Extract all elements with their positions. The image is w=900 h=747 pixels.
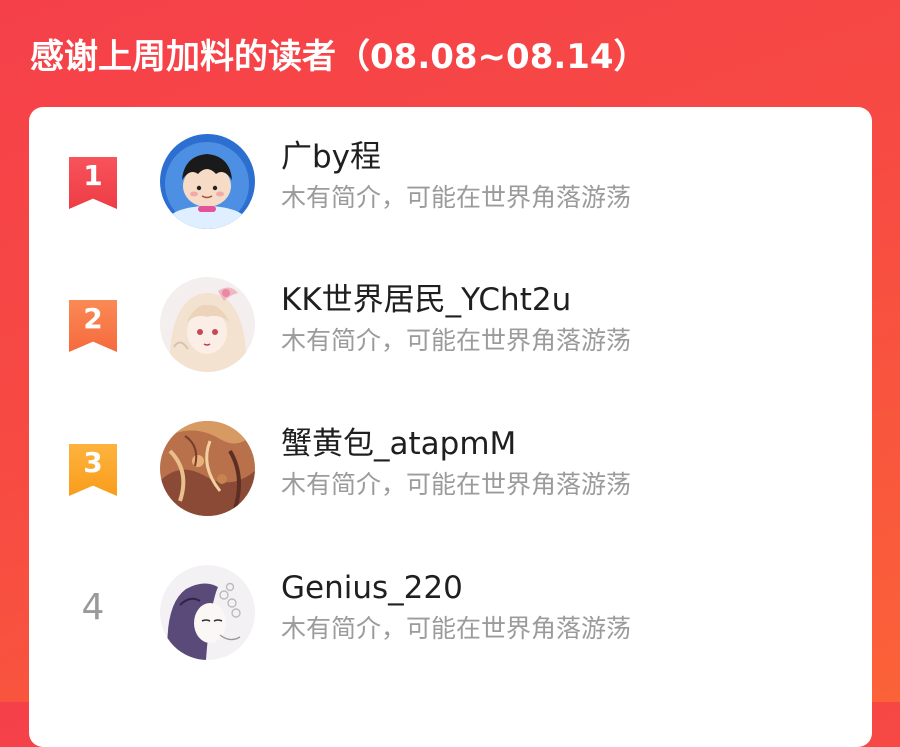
reader-bio: 木有简介，可能在世界角落游荡 — [281, 326, 632, 355]
reader-username[interactable]: 广by程 — [281, 137, 381, 177]
reader-row-1[interactable]: 1 广by程 木有简介，可能在世界角落游荡 — [29, 107, 872, 247]
reader-bio: 木有简介，可能在世界角落游荡 — [281, 470, 632, 499]
reader-row-3[interactable]: 3 蟹黄包_atapmM 木有简介，可能在世界角落游荡 — [29, 394, 872, 534]
reader-ranking-card: 1 广by程 木有简介，可能在世界角落游荡 2 KK世界居民_YCht2u 木有… — [29, 107, 872, 747]
anime-girl-avatar[interactable] — [160, 277, 255, 372]
rank-badge-silver: 2 — [69, 300, 117, 352]
reader-row-4[interactable]: 4 Genius_220 木有简介，可能在世界角落游荡 — [29, 538, 872, 678]
rank-number: 4 — [81, 587, 105, 628]
abstract-art-avatar[interactable] — [160, 421, 255, 516]
rank-number: 3 — [83, 446, 103, 479]
reader-bio: 木有简介，可能在世界角落游荡 — [281, 183, 632, 212]
page-title: 感谢上周加料的读者（08.08~08.14） — [30, 37, 648, 77]
reader-username[interactable]: 蟹黄包_atapmM — [281, 424, 516, 464]
reader-bio: 木有简介，可能在世界角落游荡 — [281, 614, 632, 643]
reader-row-2[interactable]: 2 KK世界居民_YCht2u 木有简介，可能在世界角落游荡 — [29, 250, 872, 390]
rank-badge-bronze: 3 — [69, 444, 117, 496]
rank-number: 2 — [83, 302, 103, 335]
cartoon-boy-avatar[interactable] — [160, 134, 255, 229]
rank-number: 1 — [83, 159, 103, 192]
reader-username[interactable]: Genius_220 — [281, 568, 463, 608]
rank-badge-gold: 1 — [69, 157, 117, 209]
anime-sketch-avatar[interactable] — [160, 565, 255, 660]
reader-username[interactable]: KK世界居民_YCht2u — [281, 280, 571, 320]
